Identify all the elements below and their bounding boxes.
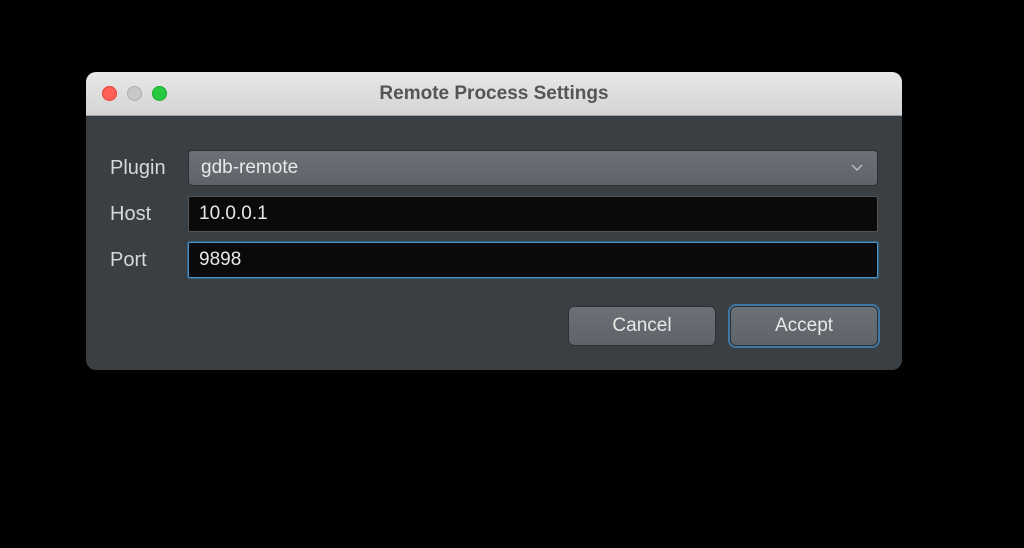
chevron-down-icon bbox=[851, 159, 863, 177]
plugin-dropdown[interactable]: gdb-remote bbox=[188, 150, 878, 186]
accept-button[interactable]: Accept bbox=[730, 306, 878, 346]
cancel-button[interactable]: Cancel bbox=[568, 306, 716, 346]
maximize-window-button[interactable] bbox=[152, 86, 167, 101]
plugin-label: Plugin bbox=[110, 157, 188, 180]
remote-process-settings-dialog: Remote Process Settings Plugin gdb-remot… bbox=[86, 72, 902, 370]
host-label: Host bbox=[110, 203, 188, 226]
dialog-title: Remote Process Settings bbox=[86, 83, 902, 105]
titlebar[interactable]: Remote Process Settings bbox=[86, 72, 902, 116]
button-row: Cancel Accept bbox=[110, 306, 878, 346]
host-row: Host bbox=[110, 196, 878, 232]
port-input[interactable] bbox=[188, 242, 878, 278]
window-controls bbox=[86, 86, 167, 101]
close-window-button[interactable] bbox=[102, 86, 117, 101]
dialog-content: Plugin gdb-remote Host Port Cancel Accep… bbox=[86, 116, 902, 370]
port-label: Port bbox=[110, 249, 188, 272]
plugin-row: Plugin gdb-remote bbox=[110, 150, 878, 186]
port-row: Port bbox=[110, 242, 878, 278]
host-input[interactable] bbox=[188, 196, 878, 232]
minimize-window-button[interactable] bbox=[127, 86, 142, 101]
plugin-dropdown-value: gdb-remote bbox=[201, 157, 298, 179]
